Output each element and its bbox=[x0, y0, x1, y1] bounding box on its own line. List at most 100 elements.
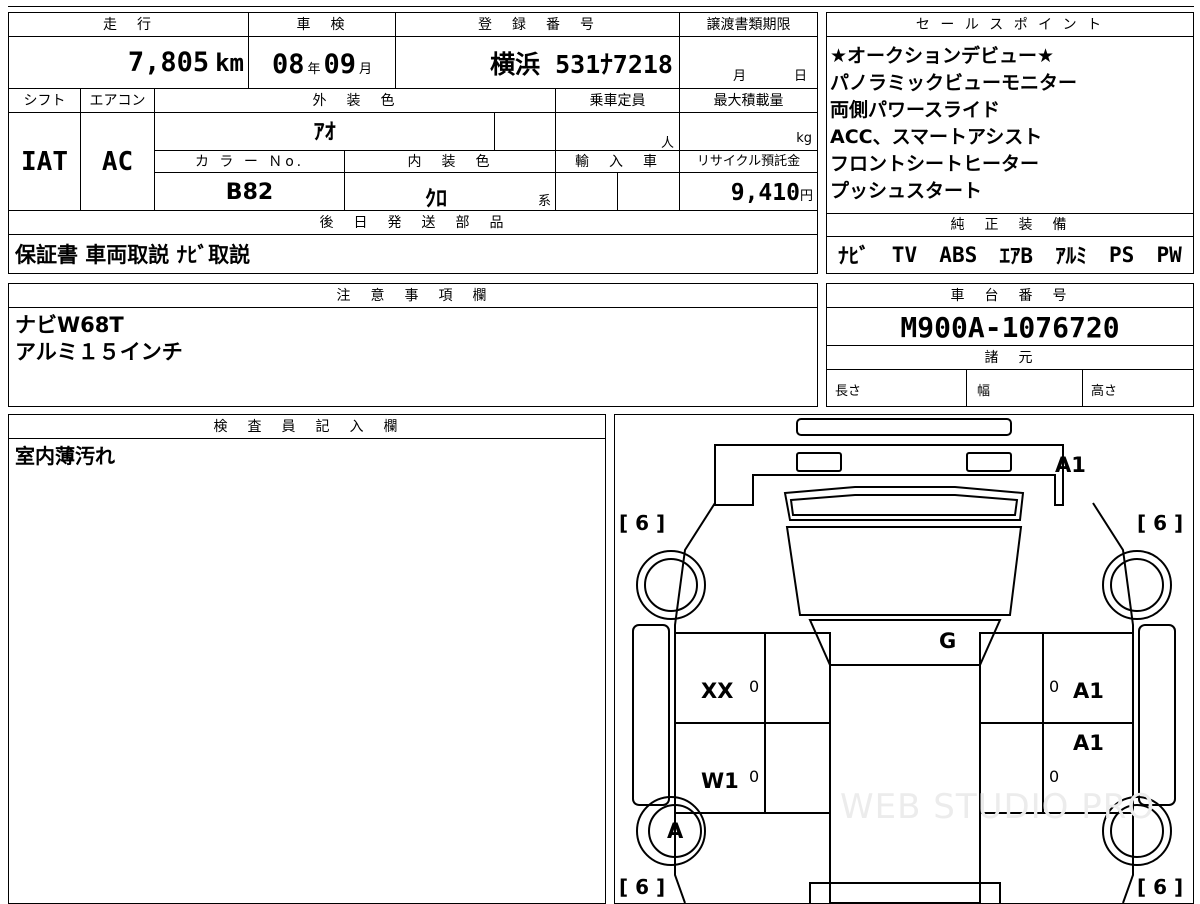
sales-point-item: ACC、スマートアシスト bbox=[830, 126, 1043, 148]
inspection-month-unit: 月 bbox=[359, 62, 373, 77]
shift-value: IAT bbox=[9, 113, 81, 211]
recycle-label: リサイクル預託金 bbox=[680, 151, 817, 173]
chassis-label: 車 台 番 号 bbox=[827, 284, 1193, 308]
max-load-label: 最大積載量 bbox=[680, 89, 817, 113]
notes-label: 注 意 事 項 欄 bbox=[9, 284, 817, 308]
deadline-day-unit: 日 bbox=[794, 69, 808, 84]
sales-point-item: フロントシートヒーター bbox=[830, 153, 1040, 175]
equipment-item: ﾅﾋﾞ bbox=[838, 244, 870, 268]
right-side-strip bbox=[1138, 624, 1176, 806]
equipment-item: ｱﾙﾐ bbox=[1055, 244, 1087, 268]
equipment-item: PW bbox=[1156, 243, 1182, 267]
tire-rear-right bbox=[1102, 550, 1172, 620]
inspector-label: 検 査 員 記 入 欄 bbox=[9, 415, 605, 439]
deadline-month-unit: 月 bbox=[733, 69, 747, 84]
inspection-label: 車 検 bbox=[249, 13, 396, 37]
sales-point-item: パノラミックビューモニター bbox=[830, 72, 1078, 94]
registration-value: 横浜 531ﾅ7218 bbox=[396, 37, 680, 89]
rear-window-inner bbox=[789, 494, 1019, 516]
tire-rear-right-inner bbox=[1110, 558, 1164, 612]
recycle-value: 9,410 bbox=[730, 180, 800, 206]
capacity-cell: 人 bbox=[556, 113, 680, 151]
zero-right-front: 0 bbox=[1049, 677, 1060, 696]
genuine-equipment-list: ﾅﾋﾞ TV ABS ｴｱB ｱﾙﾐ PS PW bbox=[827, 237, 1193, 273]
tire-rear-left-inner bbox=[644, 558, 698, 612]
mark-right-front-door: A1 bbox=[1073, 679, 1104, 703]
inspection-cell: 08 年 09 月 bbox=[249, 37, 396, 89]
import-cell-a bbox=[556, 173, 618, 211]
watermark: WEB STUDIO PRO bbox=[840, 787, 1156, 827]
exterior-color-extra bbox=[495, 113, 556, 151]
color-no-label: カ ラ ー Ｎo. bbox=[155, 151, 345, 173]
sales-points-panel: セ ー ル ス ポ イ ン ト ★オークションデビュー★ パノラミックビューモニ… bbox=[826, 12, 1194, 274]
left-door-window-rear bbox=[764, 722, 831, 814]
car-diagram-panel: [ 6 ] [ 6 ] [ 6 ] [ 6 ] A1 G XX 0 W1 0 0… bbox=[614, 414, 1194, 904]
equipment-item: PS bbox=[1109, 243, 1135, 267]
hood bbox=[829, 664, 981, 903]
vehicle-info-table: 走 行 車 検 登 録 番 号 譲渡書類期限 7,805 km 08 年 09 月 横浜… bbox=[8, 12, 818, 274]
recycle-unit: 円 bbox=[799, 189, 813, 204]
width-label: 幅 bbox=[967, 370, 1083, 406]
zero-right-rear: 0 bbox=[1049, 767, 1060, 786]
mark-windshield: G bbox=[939, 629, 957, 653]
genuine-equipment-label: 純 正 装 備 bbox=[827, 213, 1193, 237]
notes-line: ナビW68T bbox=[15, 313, 124, 337]
notes-line: アルミ１５インチ bbox=[15, 340, 183, 364]
sales-points-list: ★オークションデビュー★ パノラミックビューモニター 両側パワースライド ACC… bbox=[827, 43, 1193, 205]
deadline-label: 譲渡書類期限 bbox=[680, 13, 817, 37]
exterior-color-label: 外 装 色 bbox=[155, 89, 556, 113]
tire-depth-front-left: [ 6 ] bbox=[619, 875, 666, 899]
zero-left-rear: 0 bbox=[749, 767, 760, 786]
ac-value: AC bbox=[81, 113, 155, 211]
top-cutoff-row bbox=[8, 0, 1194, 7]
right-door-window-front bbox=[979, 632, 1044, 724]
interior-color-suffix: 系 bbox=[537, 194, 551, 209]
mark-rear: A1 bbox=[1055, 453, 1086, 477]
inspector-comment: 室内薄汚れ bbox=[15, 444, 115, 468]
interior-color-value: ｸﾛ bbox=[425, 187, 448, 212]
body-outline-left bbox=[674, 502, 716, 903]
inspection-year: 08 bbox=[271, 49, 305, 80]
left-side-strip bbox=[632, 624, 670, 806]
rear-lamp-right bbox=[966, 452, 1012, 472]
inspection-year-unit: 年 bbox=[307, 62, 321, 77]
height-label: 高さ bbox=[1091, 384, 1118, 399]
front-bumper bbox=[809, 882, 1001, 903]
sales-points-label: セ ー ル ス ポ イ ン ト bbox=[827, 13, 1193, 37]
sales-point-item: 両側パワースライド bbox=[830, 99, 1001, 121]
sales-point-item: プッシュスタート bbox=[830, 180, 983, 202]
mark-right-rear-door: A1 bbox=[1073, 731, 1104, 755]
length-label: 長さ bbox=[827, 370, 967, 406]
mileage-unit: km bbox=[215, 49, 244, 77]
roof bbox=[785, 526, 1023, 616]
recycle-cell: 9,410円 bbox=[680, 173, 817, 211]
mileage-label: 走 行 bbox=[9, 13, 249, 37]
sales-point-item: ★オークションデビュー★ bbox=[830, 45, 1055, 67]
tire-depth-front-right: [ 6 ] bbox=[1137, 875, 1184, 899]
import-cell-b bbox=[618, 173, 680, 211]
ac-label: エアコン bbox=[81, 89, 155, 113]
inspector-panel: 検 査 員 記 入 欄 室内薄汚れ bbox=[8, 414, 606, 904]
mark-front-left-tire: A bbox=[667, 819, 684, 843]
chassis-panel: 車 台 番 号 M900A-1076720 諸 元 長さ 幅 高さ bbox=[826, 283, 1194, 407]
inspection-month: 09 bbox=[323, 49, 357, 80]
max-load-cell: kg bbox=[680, 113, 817, 151]
equipment-item: ABS bbox=[939, 243, 978, 267]
equipment-item: TV bbox=[891, 243, 918, 267]
zero-left-front: 0 bbox=[749, 677, 760, 696]
mark-left-front-door: XX bbox=[701, 679, 734, 703]
notes-lines: ナビW68T アルミ１５インチ bbox=[9, 312, 817, 366]
later-parts-label: 後 日 発 送 部 品 bbox=[9, 211, 817, 235]
windshield bbox=[808, 619, 1002, 666]
spec-label: 諸 元 bbox=[827, 346, 1193, 370]
left-door-window-front bbox=[764, 632, 831, 724]
shift-label: シフト bbox=[9, 89, 81, 113]
rear-bumper-bar bbox=[796, 418, 1012, 436]
capacity-unit: 人 bbox=[660, 136, 674, 151]
mileage-cell: 7,805 km bbox=[9, 37, 249, 89]
notes-panel: 注 意 事 項 欄 ナビW68T アルミ１５インチ bbox=[8, 283, 818, 407]
interior-color-cell: ｸﾛ 系 bbox=[345, 173, 556, 212]
mark-left-rear-door: W1 bbox=[701, 769, 739, 793]
color-no-value: B82 bbox=[155, 173, 345, 211]
rear-lamp-left bbox=[796, 452, 842, 472]
